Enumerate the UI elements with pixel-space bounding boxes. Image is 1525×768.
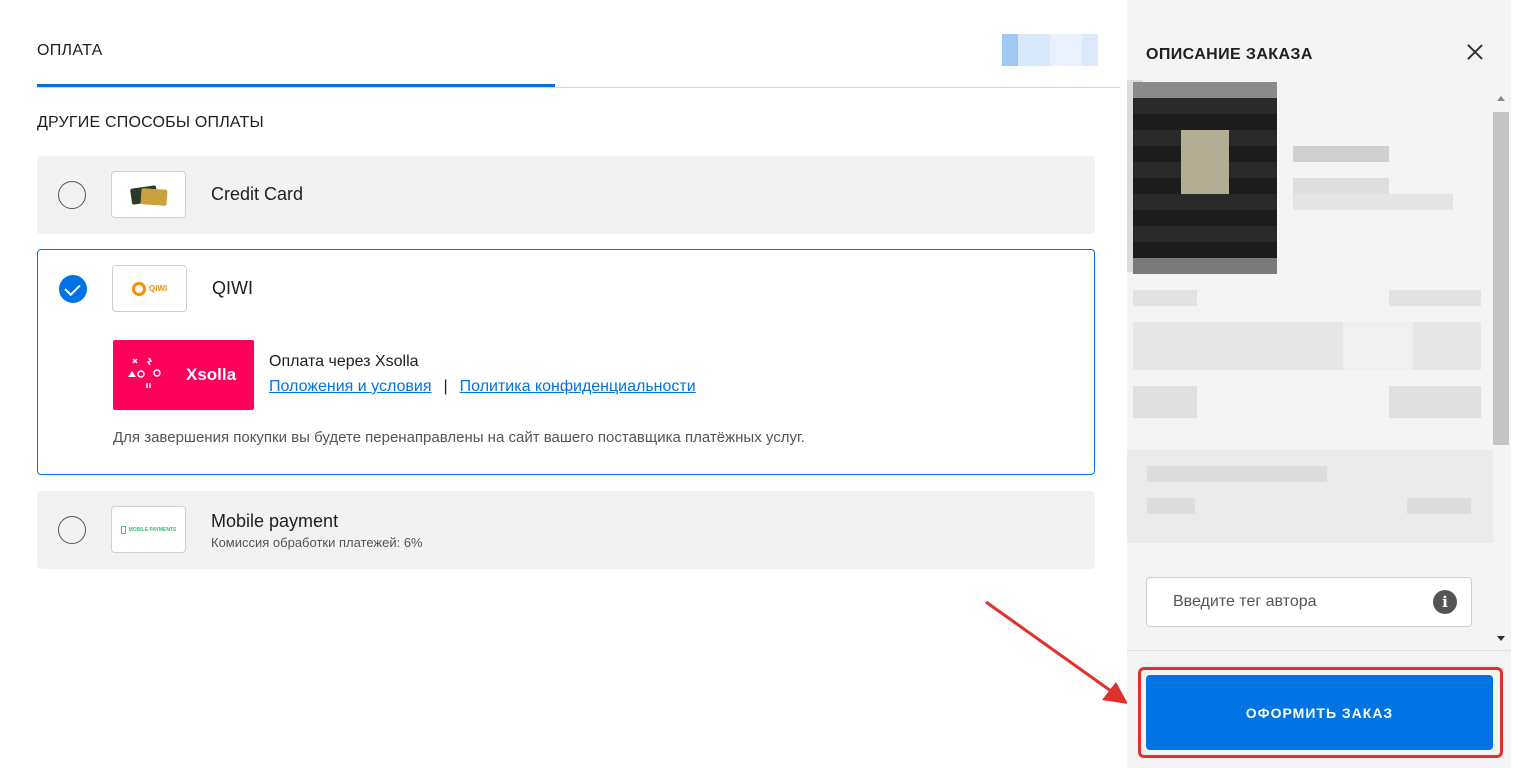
close-icon[interactable] [1465,42,1485,62]
annotation-arrow-icon [985,600,1128,704]
blurred-product-meta [1293,194,1453,210]
tab-payment[interactable]: ОПЛАТА [37,42,103,60]
blurred-discount-row [1133,322,1481,370]
credit-cards-icon [111,171,186,218]
scroll-up-arrow-icon[interactable] [1497,96,1505,101]
payment-method-qiwi[interactable]: QIWI QIWI Xsolla Оплата через Xsolla Пол… [37,249,1095,475]
mobile-payment-label: Mobile payment [211,511,339,531]
xsolla-via-text: Оплата через Xsolla [269,353,419,370]
xsolla-logo: Xsolla [113,340,254,410]
legal-links: Положения и условия | Политика конфиденциа… [269,378,696,396]
product-thumbnail [1133,82,1277,274]
scrollbar[interactable] [1493,96,1511,650]
privacy-link[interactable]: Политика конфиденциальности [460,378,696,395]
blurred-total-row [1127,450,1493,543]
product-thumbnail-bottom [1133,258,1277,274]
blurred-product-meta [1293,178,1389,194]
payment-panel: ОПЛАТА ДРУГИЕ СПОСОБЫ ОПЛАТЫ Credit Card… [0,0,1128,768]
footer-divider [1127,650,1511,651]
qiwi-radio-checked[interactable] [59,275,87,303]
creator-tag-input[interactable] [1147,578,1427,626]
xsolla-glyphs-icon [127,355,167,399]
creator-tag-field[interactable]: i [1146,577,1472,627]
other-methods-heading: ДРУГИЕ СПОСОБЫ ОПЛАТЫ [37,114,264,131]
payment-method-credit-card[interactable]: Credit Card [37,156,1095,234]
redirect-note: Для завершения покупки вы будете перенап… [113,429,805,446]
page-edge [1511,0,1525,768]
order-items-list[interactable] [1127,80,1493,650]
qiwi-logo-icon: QIWI [112,265,187,312]
mobile-payment-fee: Комиссия обработки платежей: 6% [211,535,423,550]
terms-link[interactable]: Положения и условия [269,378,431,395]
info-icon[interactable]: i [1433,590,1457,614]
blurred-product-title [1293,146,1389,162]
blurred-account-badge [1002,34,1098,66]
link-separator: | [443,378,448,395]
scroll-down-arrow-icon[interactable] [1497,636,1505,641]
credit-card-radio[interactable] [58,181,86,209]
mobile-payment-radio[interactable] [58,516,86,544]
credit-card-label: Credit Card [211,184,304,204]
summary-title: ОПИСАНИЕ ЗАКАЗА [1146,46,1313,63]
order-summary-panel: ОПИСАНИЕ ЗАКАЗА i ОФОРМИТЬ ЗАКАЗ [1127,0,1511,768]
blurred-price-row [1133,290,1481,306]
mobile-payments-icon: MOBILE PAYMENTS [111,506,186,553]
scroll-thumb[interactable] [1493,112,1509,445]
blurred-subtotal-row [1133,386,1481,418]
payment-method-mobile[interactable]: MOBILE PAYMENTS Mobile payment Комиссия … [37,491,1095,569]
place-order-button[interactable]: ОФОРМИТЬ ЗАКАЗ [1146,675,1493,750]
qiwi-label: QIWI [212,278,253,298]
tab-divider [37,87,1120,88]
